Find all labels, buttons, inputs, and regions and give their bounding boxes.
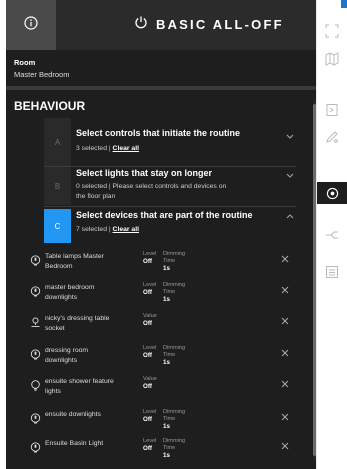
right-toolbar: [316, 0, 347, 469]
device-value-control[interactable]: Level Off: [143, 409, 156, 423]
device-row[interactable]: nicky's dressing table socket Value Off: [30, 313, 302, 341]
room-label: Room: [14, 58, 36, 67]
chevron-down-icon[interactable]: [286, 171, 294, 179]
remove-device-icon[interactable]: [280, 348, 290, 358]
device-row[interactable]: master bedroom downlights Level Off Dimming T…: [30, 282, 302, 310]
dimming-time-control[interactable]: Dimming Time 1s: [163, 409, 185, 430]
section-letter: A: [44, 118, 71, 166]
section-subtitle: 7 selected | Clear all: [76, 226, 139, 233]
login-icon[interactable]: [325, 103, 339, 117]
bulb-icon: [30, 411, 41, 424]
bulb-icon: [30, 253, 41, 266]
remove-device-icon[interactable]: [280, 254, 290, 264]
device-value-control[interactable]: Value Off: [143, 313, 157, 327]
section-letter: B: [44, 167, 71, 205]
chevron-down-icon[interactable]: [286, 132, 294, 140]
socket-icon: [30, 315, 41, 327]
dimming-time-control[interactable]: Dimming Time 1s: [163, 438, 185, 459]
clear-all-link[interactable]: Clear all: [113, 145, 139, 152]
bulb-icon: [30, 440, 41, 453]
device-value-control[interactable]: Level Off: [143, 438, 156, 452]
chevron-up-icon[interactable]: [286, 213, 294, 221]
device-name: ensuite shower feature lights: [45, 378, 114, 395]
device-row[interactable]: dressing room downlights Level Off Dimming Ti…: [30, 345, 302, 373]
device-value-control[interactable]: Level Off: [143, 251, 156, 265]
section-divider: [44, 206, 296, 207]
section-subtitle: 0 selected | Please select controls and …: [76, 183, 227, 200]
remove-device-icon[interactable]: [280, 285, 290, 295]
section-title: Select controls that initiate the routin…: [76, 128, 241, 138]
device-row[interactable]: ensuite shower feature lights Value Off: [30, 376, 302, 404]
section-c[interactable]: C Select devices that are part of the ro…: [44, 209, 296, 243]
device-value-control[interactable]: Level Off: [143, 345, 156, 359]
device-name: Table lamps Master Bedroom: [45, 253, 104, 270]
section-a[interactable]: A Select controls that initiate the rout…: [44, 118, 296, 167]
dimming-time-control[interactable]: Dimming Time 1s: [163, 345, 185, 366]
panel-header: BASIC ALL-OFF: [6, 0, 316, 50]
edit-icon[interactable]: [325, 130, 339, 144]
title-group: BASIC ALL-OFF: [134, 15, 284, 34]
device-value-control[interactable]: Level Off: [143, 282, 156, 296]
section-subtitle: 3 selected | Clear all: [76, 145, 139, 152]
remove-device-icon[interactable]: [280, 441, 290, 451]
device-row[interactable]: Ensuite Basin Light Level Off Dimming Time 1s: [30, 438, 302, 466]
section-title: Select devices that are part of the rout…: [76, 210, 253, 220]
room-value: Master Bedroom: [14, 70, 70, 79]
info-icon: [24, 15, 38, 35]
routine-panel: BASIC ALL-OFF Room Master Bedroom BEHAVI…: [6, 0, 316, 469]
device-name: ensuite downlights: [45, 411, 101, 418]
info-button[interactable]: [6, 0, 56, 50]
bulb-icon: [30, 284, 41, 297]
section-title: Select lights that stay on longer: [76, 168, 213, 178]
divider: [6, 86, 316, 90]
page-title: BASIC ALL-OFF: [156, 17, 284, 32]
split-icon[interactable]: [325, 228, 339, 242]
device-row[interactable]: ensuite downlights Level Off Dimming Time 1s: [30, 409, 302, 437]
device-name: Ensuite Basin Light: [45, 440, 104, 447]
section-letter: C: [44, 209, 71, 243]
bulb-icon: [30, 347, 41, 360]
device-row[interactable]: Table lamps Master Bedroom Level Off Dimming…: [30, 251, 302, 279]
section-b[interactable]: B Select lights that stay on longer 0 se…: [44, 167, 296, 207]
accent-strip: [341, 0, 347, 8]
power-icon: [134, 15, 148, 34]
remove-device-icon[interactable]: [280, 316, 290, 326]
remove-device-icon[interactable]: [280, 379, 290, 389]
device-name: master bedroom downlights: [45, 284, 95, 301]
target-icon: [326, 187, 339, 199]
clear-all-link[interactable]: Clear all: [113, 226, 139, 233]
map-icon[interactable]: [325, 52, 339, 66]
device-name: dressing room downlights: [45, 347, 89, 364]
room-info: Room Master Bedroom: [14, 58, 69, 79]
remove-device-icon[interactable]: [280, 412, 290, 422]
dimming-time-control[interactable]: Dimming Time 1s: [163, 282, 185, 303]
device-value-control[interactable]: Value Off: [143, 376, 157, 390]
target-button[interactable]: [317, 182, 347, 204]
device-name: nicky's dressing table socket: [45, 315, 110, 332]
expand-icon[interactable]: [325, 24, 339, 38]
list-icon[interactable]: [325, 265, 339, 279]
dimming-time-control[interactable]: Dimming Time 1s: [163, 251, 185, 272]
behaviour-heading: BEHAVIOUR: [14, 99, 86, 113]
bulb-outline-icon: [30, 378, 41, 391]
